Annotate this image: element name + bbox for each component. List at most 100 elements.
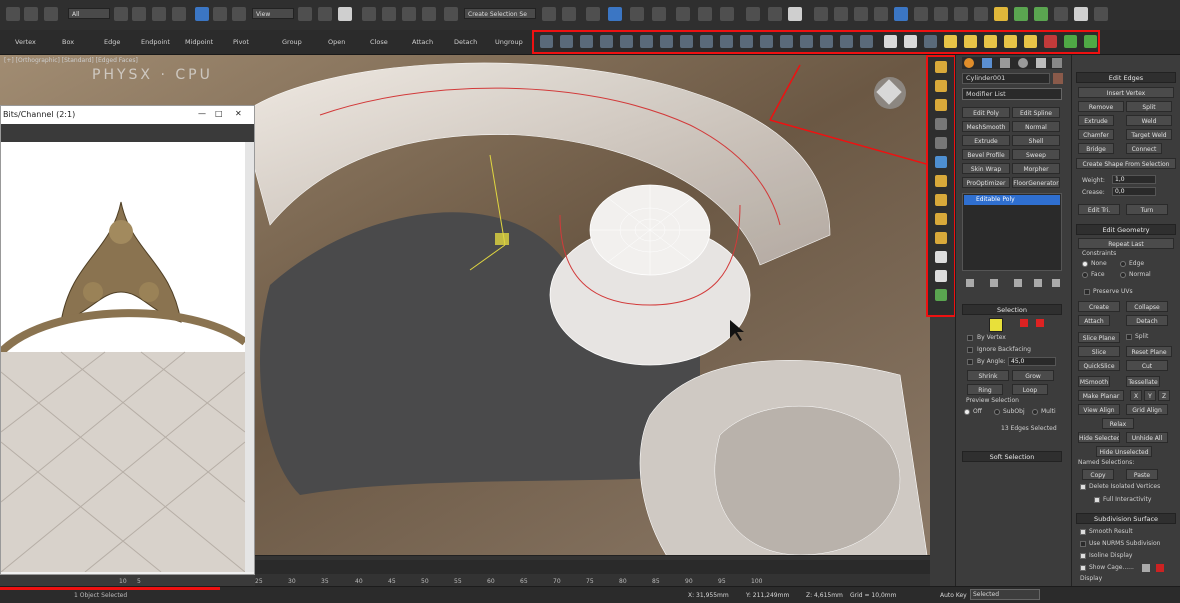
select-and-scale-icon[interactable] (232, 7, 246, 21)
soft-selection-rollout-header[interactable]: Soft Selection (962, 451, 1062, 462)
cage-color-1-swatch[interactable] (1142, 564, 1150, 572)
show-end-result-icon[interactable] (990, 279, 998, 287)
preserve-uvs-checkbox[interactable] (1084, 289, 1090, 295)
key-mode-dropdown[interactable]: Selected (970, 589, 1040, 600)
show-cage-checkbox[interactable] (1080, 565, 1086, 571)
edit-geometry-rollout-header[interactable]: Edit Geometry (1076, 224, 1176, 235)
object-color-swatch[interactable] (1053, 73, 1063, 84)
remove-modifier-icon[interactable] (1034, 279, 1042, 287)
extrude-button[interactable]: Extrude (1078, 115, 1114, 126)
plugin-icon-13[interactable] (1054, 7, 1068, 21)
preview-off-radio[interactable] (964, 409, 970, 415)
by-angle-checkbox[interactable] (967, 359, 973, 365)
delete-isolated-checkbox[interactable] (1080, 484, 1086, 490)
prooptimizer-button[interactable]: ProOptimizer (962, 177, 1010, 188)
extrude-modifier-button[interactable]: Extrude (962, 135, 1010, 146)
modify-tab-icon[interactable] (982, 58, 992, 68)
viewport-label[interactable]: [+] [Orthographic] [Standard] [Edged Fac… (4, 57, 138, 64)
constraint-face-radio[interactable] (1082, 272, 1088, 278)
target-weld-button[interactable]: Target Weld (1126, 129, 1172, 140)
cage-color-2-swatch[interactable] (1156, 564, 1164, 572)
snap-midpoint-button[interactable]: Midpoint (185, 38, 213, 46)
stack-item-editable-poly[interactable]: Editable Poly (964, 195, 1060, 205)
morpher-button[interactable]: Morpher (1012, 163, 1060, 174)
snap-edge-button[interactable]: Edge (104, 38, 120, 46)
edit-poly-button[interactable]: Edit Poly (962, 107, 1010, 118)
snaps-toggle-icon[interactable] (362, 7, 376, 21)
copy-button[interactable]: Copy (1082, 469, 1114, 480)
window-titlebar[interactable]: Bits/Channel (2:1) — □ ✕ (1, 106, 254, 124)
close-button[interactable]: ✕ (235, 109, 242, 118)
grow-button[interactable]: Grow (1012, 370, 1054, 381)
plugin-icon-8[interactable] (954, 7, 968, 21)
select-and-rotate-icon[interactable] (213, 7, 227, 21)
hierarchy-tab-icon[interactable] (1000, 58, 1010, 68)
angle-snap-icon[interactable] (382, 7, 396, 21)
shell-button[interactable]: Shell (1012, 135, 1060, 146)
configure-sets-icon[interactable] (1052, 279, 1060, 287)
motion-tab-icon[interactable] (1018, 58, 1028, 68)
insert-vertex-button[interactable]: Insert Vertex (1078, 87, 1174, 98)
minimize-button[interactable]: — (198, 109, 206, 118)
relax-button[interactable]: Relax (1102, 418, 1134, 429)
plugin-icon-4[interactable] (874, 7, 888, 21)
edit-tri-button[interactable]: Edit Tri. (1078, 204, 1120, 215)
create-shape-button[interactable]: Create Shape From Selection (1076, 158, 1176, 169)
constraint-normal-radio[interactable] (1120, 272, 1126, 278)
plugin-icon-3[interactable] (854, 7, 868, 21)
render-setup-icon[interactable] (698, 7, 712, 21)
constraint-none-radio[interactable] (1082, 261, 1088, 267)
select-link-icon[interactable] (6, 7, 20, 21)
crease-spinner[interactable]: 0,0 (1112, 187, 1156, 196)
pin-stack-icon[interactable] (966, 279, 974, 287)
view-align-button[interactable]: View Align (1078, 404, 1120, 415)
constraint-edge-radio[interactable] (1120, 261, 1126, 267)
timeline-track[interactable]: 5 10 25 30 35 40 45 50 55 60 65 70 75 80… (119, 555, 930, 586)
reference-coordinate-dropdown[interactable]: View (252, 8, 294, 19)
schematic-view-icon[interactable] (652, 7, 666, 21)
attach-button[interactable]: Attach (1078, 315, 1110, 326)
display-tab-icon[interactable] (1036, 58, 1046, 68)
mirror-icon[interactable] (542, 7, 556, 21)
snap-vertex-button[interactable]: Vertex (15, 38, 36, 46)
close-group-button[interactable]: Close (370, 38, 388, 46)
normal-button[interactable]: Normal (1012, 121, 1060, 132)
collapse-button[interactable]: Collapse (1126, 301, 1168, 312)
plugin-icon-11[interactable] (1014, 7, 1028, 21)
meshsmooth-button[interactable]: MeshSmooth (962, 121, 1010, 132)
plugin-icon-6[interactable] (914, 7, 928, 21)
plugin-icon-2[interactable] (834, 7, 848, 21)
coord-z[interactable]: Z: 4,615mm (806, 592, 843, 599)
plugin-icon-7[interactable] (934, 7, 948, 21)
select-by-name-icon[interactable] (132, 7, 146, 21)
pivot-center-icon[interactable] (298, 7, 312, 21)
hide-unselected-button[interactable]: Hide Unselected (1096, 446, 1152, 457)
create-button[interactable]: Create (1078, 301, 1120, 312)
weight-spinner[interactable]: 1,0 (1112, 175, 1156, 184)
named-selection-dropdown[interactable]: Create Selection Se (464, 8, 536, 19)
selection-rollout-header[interactable]: Selection (962, 304, 1062, 315)
coord-y[interactable]: Y: 211,249mm (746, 592, 789, 599)
group-button[interactable]: Group (282, 38, 302, 46)
weld-button[interactable]: Weld (1126, 115, 1172, 126)
render-frame-icon[interactable] (720, 7, 734, 21)
edge-subobject-icon[interactable] (989, 318, 1003, 332)
material-editor-icon[interactable] (676, 7, 690, 21)
edit-named-selection-icon[interactable] (444, 7, 458, 21)
unlink-icon[interactable] (24, 7, 38, 21)
polygon-subobject-icon[interactable] (1020, 319, 1028, 327)
isoline-display-checkbox[interactable] (1080, 553, 1086, 559)
plugin-icon-5[interactable] (894, 7, 908, 21)
maximize-button[interactable]: □ (215, 109, 223, 118)
attach-group-button[interactable]: Attach (412, 38, 433, 46)
msmooth-button[interactable]: MSmooth (1078, 376, 1110, 387)
bevel-profile-button[interactable]: Bevel Profile (962, 149, 1010, 160)
render-production-icon[interactable] (746, 7, 760, 21)
rectangular-selection-icon[interactable] (152, 7, 166, 21)
selection-filter-dropdown[interactable]: All (68, 8, 110, 19)
plugin-icon-9[interactable] (974, 7, 988, 21)
edit-edges-rollout-header[interactable]: Edit Edges (1076, 72, 1176, 83)
bridge-button[interactable]: Bridge (1078, 143, 1114, 154)
sweep-button[interactable]: Sweep (1012, 149, 1060, 160)
split-button[interactable]: Split (1126, 101, 1172, 112)
